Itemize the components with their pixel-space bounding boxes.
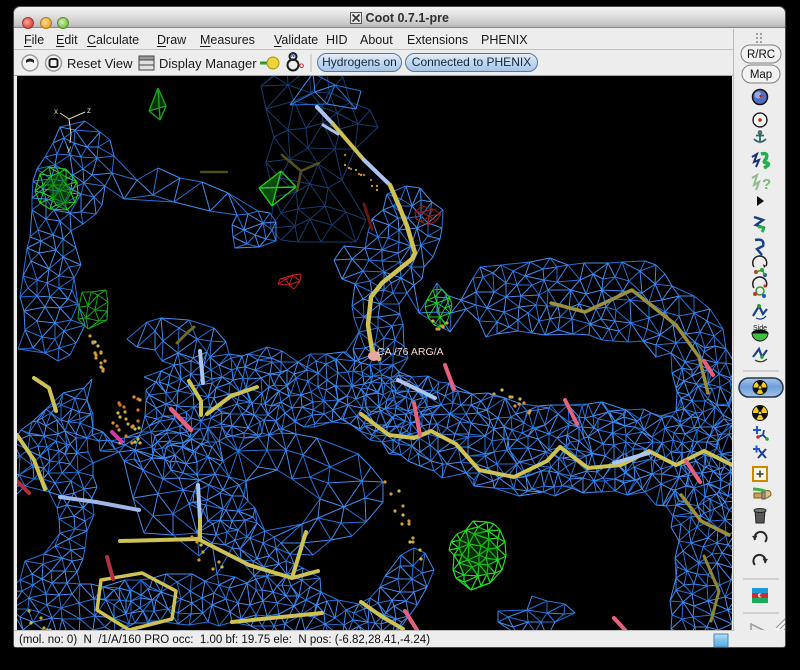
svg-text:y: y: [67, 144, 71, 153]
svg-text:Map: Map: [750, 69, 772, 81]
svg-text:O: O: [299, 63, 304, 70]
svg-text:x: x: [54, 107, 58, 116]
svg-text:?: ?: [762, 176, 771, 193]
svg-text:z: z: [87, 106, 91, 115]
svg-text:N: N: [291, 53, 295, 59]
svg-text:R/RC: R/RC: [747, 49, 775, 61]
svg-text:CA /76 ARG/A: CA /76 ARG/A: [377, 346, 444, 358]
